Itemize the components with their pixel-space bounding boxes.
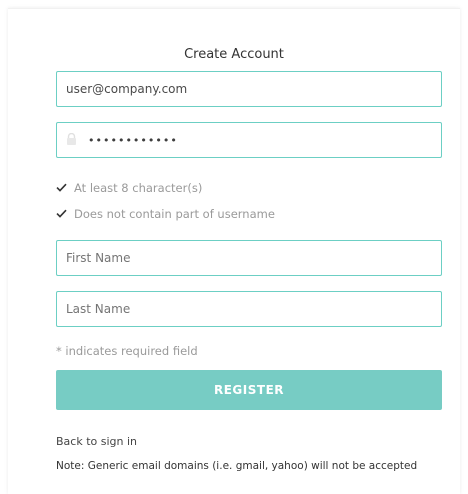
required-field-note: * indicates required field <box>56 344 198 358</box>
check-icon <box>56 181 70 195</box>
email-field[interactable] <box>56 71 442 107</box>
password-input[interactable]: •••••••••••• <box>88 134 178 147</box>
create-account-card: Create Account •••••••••••• At least 8 c… <box>8 8 460 494</box>
email-domain-note: Note: Generic email domains (i.e. gmail,… <box>56 460 418 472</box>
rule-label: Does not contain part of username <box>74 207 275 221</box>
last-name-field[interactable] <box>56 291 442 327</box>
email-input[interactable] <box>66 82 432 96</box>
first-name-field[interactable] <box>56 240 442 276</box>
back-to-sign-in-link[interactable]: Back to sign in <box>56 435 137 448</box>
page-title: Create Account <box>184 47 284 62</box>
lock-icon <box>66 132 80 148</box>
last-name-input[interactable] <box>66 302 432 316</box>
rule-no-username: Does not contain part of username <box>56 207 275 221</box>
rule-label: At least 8 character(s) <box>74 181 203 195</box>
rule-min-length: At least 8 character(s) <box>56 181 202 195</box>
check-icon <box>56 207 70 221</box>
password-field[interactable]: •••••••••••• <box>56 122 442 158</box>
register-button[interactable]: REGISTER <box>56 370 442 410</box>
first-name-input[interactable] <box>66 251 432 265</box>
